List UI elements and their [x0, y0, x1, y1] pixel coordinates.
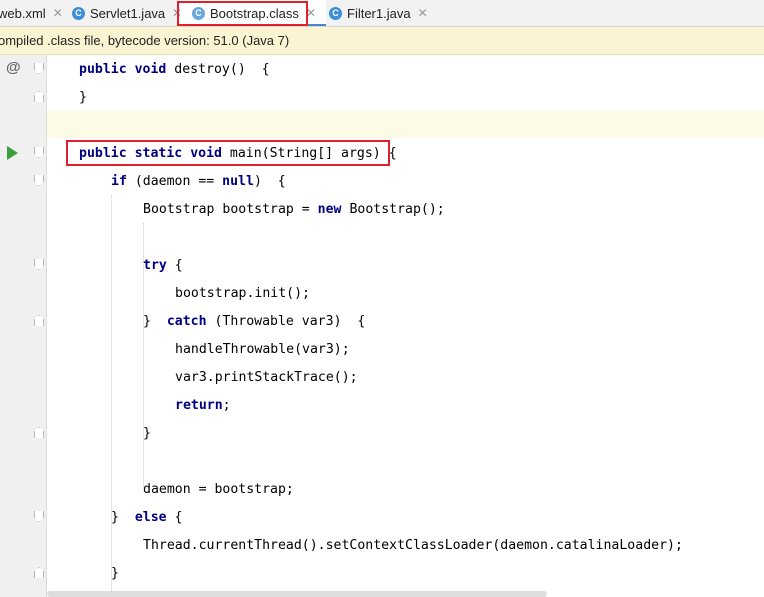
decompiled-notice-banner: ompiled .class file, bytecode version: 5… — [0, 27, 764, 55]
code-line: handleThrowable(var3); — [175, 342, 350, 357]
tab-servlet1-java[interactable]: C Servlet1.java ✕ — [72, 0, 182, 26]
code-line: if (daemon == null) { — [111, 174, 286, 189]
code-line: Bootstrap bootstrap = new Bootstrap(); — [143, 202, 445, 217]
code-line: } — [79, 90, 87, 105]
banner-text: ompiled .class file, bytecode version: 5… — [0, 33, 290, 48]
tab-web-xml[interactable]: web.xml ✕ — [0, 0, 63, 26]
java-class-icon: C — [72, 6, 85, 20]
java-class-icon: C — [329, 6, 342, 20]
tab-label: Servlet1.java — [90, 5, 166, 21]
code-editor[interactable]: public void destroy() { } public static … — [47, 55, 764, 597]
code-line: try { — [143, 258, 183, 273]
override-icon[interactable]: @ — [6, 59, 21, 76]
tab-filter1-java[interactable]: C Filter1.java ✕ — [329, 0, 428, 26]
highlight-box-main — [66, 140, 390, 166]
code-line: } else { — [111, 510, 183, 525]
code-line: public void destroy() { — [79, 62, 270, 77]
highlight-box-tab — [177, 1, 308, 26]
code-line: return; — [175, 398, 231, 413]
close-icon[interactable]: ✕ — [53, 6, 63, 20]
code-line: var3.printStackTrace(); — [175, 370, 358, 385]
code-line: bootstrap.init(); — [175, 286, 310, 301]
close-icon[interactable]: ✕ — [418, 6, 428, 20]
code-line: } — [143, 426, 151, 441]
horizontal-scrollbar[interactable] — [47, 591, 547, 597]
current-line-highlight — [47, 111, 764, 138]
tab-label: Filter1.java — [347, 5, 411, 21]
run-main-icon[interactable] — [7, 146, 18, 160]
code-line: } — [111, 566, 119, 581]
editor-tab-bar: web.xml ✕ C Servlet1.java ✕ C Bootstrap.… — [0, 0, 764, 27]
indent-guide — [111, 195, 112, 595]
code-line: } catch (Throwable var3) { — [143, 314, 366, 329]
code-line: Thread.currentThread().setContextClassLo… — [143, 538, 683, 553]
tab-label: web.xml — [0, 5, 46, 21]
code-line: daemon = bootstrap; — [143, 482, 294, 497]
